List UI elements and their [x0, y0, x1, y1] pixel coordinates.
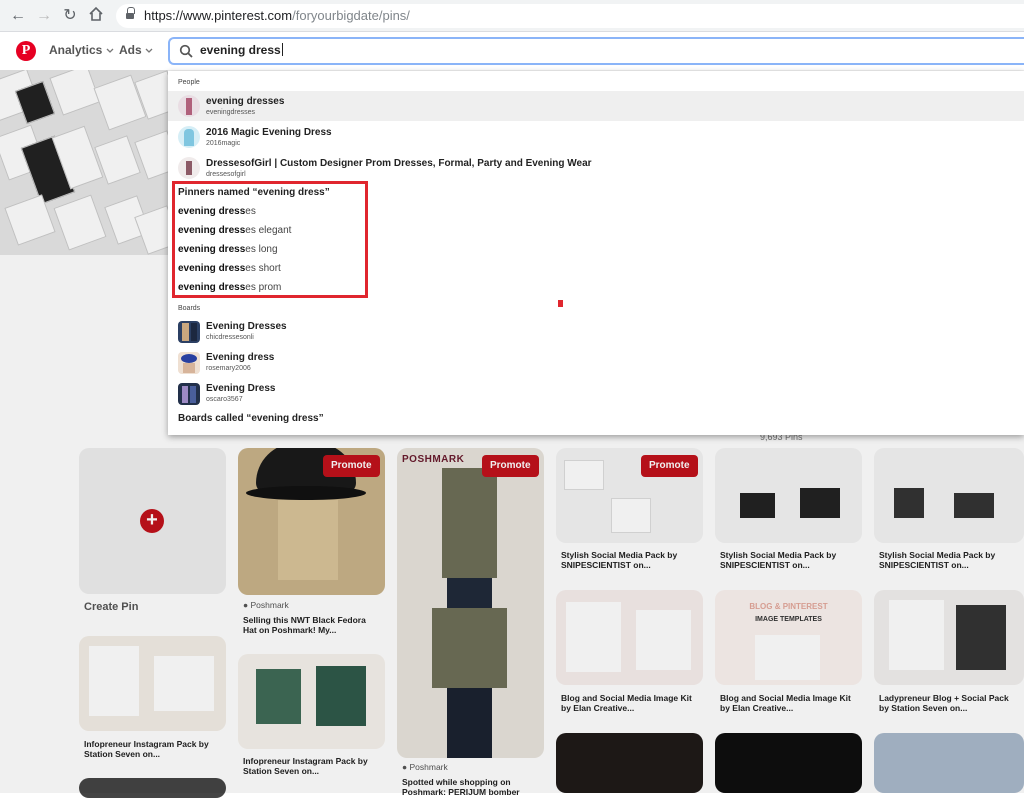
person-name: evening dresses — [206, 96, 285, 107]
plus-icon: + — [140, 509, 164, 533]
search-query: evening dress — [200, 43, 283, 57]
board-owner: chicdressesonli — [206, 334, 254, 341]
analytics-label: Analytics — [49, 43, 103, 57]
pin-image[interactable] — [715, 733, 862, 793]
avatar — [178, 126, 200, 148]
person-handle: 2016magic — [206, 140, 241, 147]
search-input[interactable]: evening dress — [168, 37, 1024, 65]
create-pin-label: Create Pin — [84, 601, 139, 613]
pin-source: ● Poshmark — [402, 762, 448, 772]
pin-card-subheading: IMAGE TEMPLATES — [755, 616, 822, 623]
person-handle: dressesofgirl — [206, 171, 246, 178]
red-marker — [558, 300, 563, 307]
pin-title[interactable]: Stylish Social Media Pack by SNIPESCIENTI… — [879, 550, 995, 570]
people-result[interactable]: 2016 Magic Evening Dress 2016magic — [168, 122, 1024, 152]
pin-image[interactable] — [79, 636, 226, 731]
pin-image[interactable] — [397, 448, 544, 758]
board-owner: rosemary2006 — [206, 365, 251, 372]
chevron-down-icon — [145, 48, 153, 53]
back-arrow-icon[interactable]: ← — [8, 6, 28, 26]
pin-image[interactable] — [556, 590, 703, 685]
pin-title[interactable]: Blog and Social Media Image Kit by Elan C… — [720, 693, 851, 713]
pin-image[interactable] — [556, 733, 703, 793]
pin-title[interactable]: Infopreneur Instagram Pack by Station Sev… — [84, 739, 209, 759]
board-name: Evening Dresses — [206, 321, 287, 332]
person-name: DressesofGirl | Custom Designer Prom Dre… — [206, 158, 592, 169]
analytics-menu[interactable]: Analytics — [49, 43, 114, 57]
browser-toolbar: ← → ↻ https://www.pinterest.com/foryourb… — [0, 0, 1024, 32]
pin-title[interactable]: Spotted while shopping on Poshmark: PERIJ… — [402, 777, 520, 797]
board-name: Evening Dress — [206, 383, 276, 394]
pin-title[interactable]: Ladypreneur Blog + Social Pack by Station… — [879, 693, 1009, 713]
promote-button[interactable]: Promote — [482, 455, 539, 477]
pin-title[interactable]: Stylish Social Media Pack by SNIPESCIENTI… — [561, 550, 677, 570]
promote-button[interactable]: Promote — [323, 455, 380, 477]
board-result[interactable]: Evening Dresses chicdressesonli — [168, 317, 1024, 347]
search-icon — [179, 44, 193, 58]
reload-icon[interactable]: ↻ — [60, 6, 80, 26]
people-heading: People — [178, 79, 200, 86]
boards-heading: Boards — [178, 305, 201, 312]
people-result[interactable]: evening dresses eveningdresses — [168, 91, 1024, 121]
forward-arrow-icon[interactable]: → — [34, 6, 54, 26]
board-cover-collage — [0, 70, 168, 255]
board-thumbnail — [178, 321, 200, 343]
person-handle: eveningdresses — [206, 109, 256, 116]
avatar — [178, 157, 200, 179]
boards-called-link[interactable]: Boards called “evening dress” — [178, 413, 324, 424]
board-thumbnail — [178, 352, 200, 374]
ads-label: Ads — [119, 43, 142, 57]
home-icon[interactable] — [86, 6, 106, 26]
pin-title[interactable]: Blog and Social Media Image Kit by Elan C… — [561, 693, 692, 713]
pinterest-logo-icon[interactable]: P — [16, 41, 36, 61]
pin-image[interactable] — [874, 448, 1024, 543]
pin-image[interactable]: BLOG & PINTEREST IMAGE TEMPLATES — [715, 590, 862, 685]
board-thumbnail — [178, 383, 200, 405]
poshmark-logo: POSHMARK — [402, 454, 465, 465]
pin-image[interactable] — [715, 448, 862, 543]
avatar — [178, 95, 200, 117]
pin-image[interactable] — [238, 654, 385, 749]
url-host: https://www.pinterest.com — [144, 8, 293, 23]
board-result[interactable]: Evening dress rosemary2006 — [168, 348, 1024, 378]
person-name: 2016 Magic Evening Dress — [206, 127, 332, 138]
ads-menu[interactable]: Ads — [119, 43, 153, 57]
people-result[interactable]: DressesofGirl | Custom Designer Prom Dre… — [168, 153, 1024, 183]
url-path: /foryourbigdate/pins/ — [292, 8, 410, 23]
pin-title[interactable]: Infopreneur Instagram Pack by Station Sev… — [243, 756, 368, 776]
create-pin-card[interactable]: + — [79, 448, 226, 594]
pin-title[interactable]: Selling this NWT Black Fedora Hat on Posh… — [243, 615, 366, 635]
address-bar[interactable]: https://www.pinterest.com/foryourbigdate… — [116, 4, 1024, 28]
board-owner: oscaro3567 — [206, 396, 243, 403]
pin-card-heading: BLOG & PINTEREST — [749, 602, 828, 611]
highlight-annotation-box — [172, 181, 368, 298]
pin-source: ● Poshmark — [243, 600, 289, 610]
pin-image[interactable] — [79, 778, 226, 798]
board-result[interactable]: Evening Dress oscaro3567 — [168, 379, 1024, 409]
pin-image[interactable] — [874, 733, 1024, 793]
pin-image[interactable] — [874, 590, 1024, 685]
chevron-down-icon — [106, 48, 114, 53]
board-name: Evening dress — [206, 352, 275, 363]
promote-button[interactable]: Promote — [641, 455, 698, 477]
pinterest-header: P Analytics Ads evening dress — [0, 33, 1024, 69]
lock-icon — [126, 7, 135, 20]
pin-title[interactable]: Stylish Social Media Pack by SNIPESCIENTI… — [720, 550, 836, 570]
